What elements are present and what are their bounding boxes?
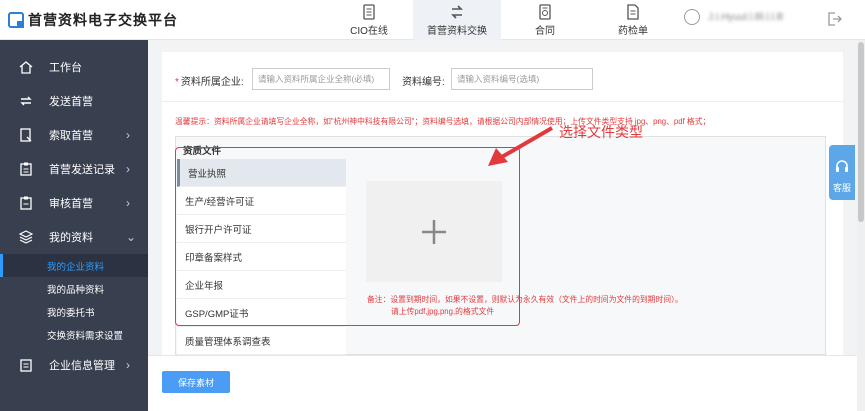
service-label: 客服 — [832, 183, 851, 193]
request-icon — [18, 127, 34, 143]
company-input[interactable]: 请输入资料所属企业全称(必填) — [252, 68, 390, 90]
sidebar-item-label: 审核首营 — [49, 198, 93, 210]
chevron-right-icon: › — [126, 358, 130, 372]
sidebar-item-label: 索取首营 — [49, 130, 93, 142]
nav-label: 首营资料交换 — [427, 25, 487, 37]
clipboard-icon — [18, 161, 34, 177]
customer-service-button[interactable]: 客服 — [829, 145, 855, 200]
nav-report[interactable]: 药检单 — [589, 0, 677, 40]
save-button[interactable]: 保存素材 — [162, 371, 230, 393]
brand-name: 首营资料电子交换平台 — [28, 12, 178, 28]
sidebar-item-workbench[interactable]: 工作台 — [0, 50, 148, 84]
nav-label: 药检单 — [618, 25, 648, 37]
brand-logo[interactable]: 首营资料电子交换平台 — [8, 10, 178, 30]
annotation-frame — [175, 147, 520, 326]
sidebar-item-send[interactable]: 发送首营 — [0, 84, 148, 118]
chevron-right-icon: › — [126, 162, 130, 176]
user-avatar-icon — [684, 9, 700, 25]
headset-icon — [836, 160, 848, 172]
nav-label: 合同 — [535, 25, 555, 37]
code-input[interactable]: 请输入资料编号(选填) — [451, 68, 593, 90]
sidebar-item-label: 我的资料 — [49, 232, 93, 244]
sidebar-item-audit[interactable]: 审核首营 › — [0, 186, 148, 220]
company-icon — [18, 357, 34, 373]
nav-exchange[interactable]: 首营资料交换 — [413, 0, 501, 40]
sidebar-item-request[interactable]: 索取首营 › — [0, 118, 148, 152]
file-type-quality-survey[interactable]: 质量管理体系调查表 — [177, 327, 346, 355]
audit-icon — [18, 195, 34, 211]
sidebar-subitem-company-data[interactable]: 我的企业资料 — [0, 254, 148, 277]
send-icon — [18, 93, 34, 109]
main-nav: CIO在线 首营资料交换 合同 药检单 — [325, 0, 677, 40]
user-menu[interactable]: J.I.Hyuul.l.llll.l.l.lll — [684, 9, 783, 25]
chevron-right-icon: › — [126, 128, 130, 142]
annotation-text: 选择文件类型 — [559, 124, 643, 140]
sidebar-item-records[interactable]: 首营发送记录 › — [0, 152, 148, 186]
document-icon — [363, 3, 375, 20]
sidebar-item-label: 发送首营 — [49, 96, 93, 108]
home-icon — [18, 59, 34, 75]
nav-contract[interactable]: 合同 — [501, 0, 589, 40]
report-icon — [627, 3, 639, 20]
top-bar: 首营资料电子交换平台 CIO在线 首营资料交换 合同 药检单 J.I.Hyuul… — [0, 0, 865, 40]
save-bar — [148, 355, 865, 411]
nav-cio-online[interactable]: CIO在线 — [325, 0, 413, 40]
sidebar-item-company-info[interactable]: 企业信息管理 › — [0, 348, 148, 382]
exchange-icon — [451, 4, 463, 19]
sidebar-subitem-product-data[interactable]: 我的品种资料 — [0, 277, 148, 300]
chevron-right-icon: › — [126, 196, 130, 210]
sidebar: 工作台 发送首营 索取首营 › 首营发送记录 › 审核首营 › 我的资料 ⌄ 我… — [0, 40, 148, 411]
company-label: * 资料所属企业: — [175, 73, 244, 88]
logo-icon — [8, 12, 24, 28]
user-name: J.I.Hyuul.l.llll.l.l.lll — [708, 11, 784, 23]
logout-icon[interactable] — [826, 11, 842, 27]
sidebar-subitem-exchange-settings[interactable]: 交换资料需求设置 — [0, 323, 148, 346]
chevron-down-icon: ⌄ — [126, 230, 137, 244]
sidebar-item-my-data[interactable]: 我的资料 ⌄ — [0, 220, 148, 254]
sidebar-subitem-authorization[interactable]: 我的委托书 — [0, 300, 148, 323]
required-mark: * — [175, 77, 179, 88]
code-label: 资料编号: — [402, 77, 445, 88]
scrollbar-thumb[interactable] — [858, 42, 864, 222]
sidebar-item-label: 首营发送记录 — [49, 164, 115, 176]
nav-label: CIO在线 — [350, 25, 388, 37]
sidebar-item-label: 工作台 — [49, 62, 82, 74]
annotation-arrow-icon — [488, 126, 553, 166]
contract-icon — [539, 3, 551, 20]
sidebar-item-label: 企业信息管理 — [49, 360, 115, 372]
layers-icon — [18, 229, 34, 245]
divider — [162, 101, 843, 102]
company-label-text: 资料所属企业: — [180, 77, 244, 88]
